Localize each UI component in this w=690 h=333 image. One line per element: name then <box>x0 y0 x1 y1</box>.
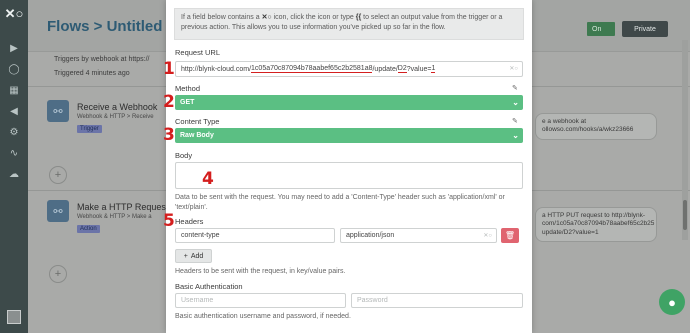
cloud-icon[interactable]: ☁ <box>0 164 28 184</box>
action-badge: Action <box>77 225 100 233</box>
headers-label: Headers <box>175 217 204 226</box>
megaphone-icon[interactable]: ◀ <box>0 101 28 121</box>
url-query: ?value= <box>406 65 432 73</box>
trash-icon: 🗑 <box>504 231 516 240</box>
webhook-icon: ⚯ <box>47 200 69 222</box>
annotation-1: 1 <box>163 59 175 79</box>
delete-header-button[interactable]: 🗑 <box>501 228 519 243</box>
add-step-icon[interactable]: + <box>49 166 67 184</box>
body-help: Data to be sent with the request. You ma… <box>175 194 505 211</box>
info-box: If a field below contains a ✕○ icon, cli… <box>174 8 524 40</box>
settings-icon[interactable]: ⚙ <box>0 122 28 142</box>
step-desc: Webhook & HTTP > Receive <box>77 114 154 120</box>
step-summary-bubble: a HTTP PUT request to http://blynk- com/… <box>535 207 657 243</box>
step-desc: Webhook & HTTP > Make a <box>77 214 152 220</box>
trigger-badge: Trigger <box>77 125 102 133</box>
add-header-button[interactable]: + Add <box>175 249 212 263</box>
basic-auth-label: Basic Authentication <box>175 282 243 291</box>
method-label: Method <box>175 84 201 93</box>
annotation-2: 2 <box>163 92 175 112</box>
header-value-input[interactable]: application/json ✕○ <box>340 228 497 243</box>
step-title: Make a HTTP Request <box>77 202 169 212</box>
page-title: Flows > Untitled F <box>47 18 176 35</box>
private-button[interactable]: Private <box>622 21 668 37</box>
brace-glyph: {{ <box>355 14 362 21</box>
request-url-label: Request URL <box>175 48 221 57</box>
flow-glyph-icon: ✕○ <box>261 14 272 21</box>
body-textarea[interactable] <box>175 162 523 189</box>
scrollbar-thumb[interactable] <box>683 200 687 230</box>
pencil-icon[interactable]: ✎ <box>512 117 518 125</box>
info-text: icon, click the icon or type <box>273 14 354 21</box>
triggered-time: Triggered 4 minutes ago <box>54 70 130 77</box>
body-label: Body <box>175 151 193 160</box>
annotation-5: 5 <box>163 211 175 231</box>
content-type-label: Content Type <box>175 117 220 126</box>
header-key-value: content-type <box>181 232 220 239</box>
step-summary-bubble: e a webhook at ollowso.com/hooks/a/wkz23… <box>535 113 657 140</box>
trigger-info: Triggers by webhook at https:// <box>54 56 150 63</box>
request-url-input[interactable]: http://blynk-cloud.com/1c05a70c87094b78a… <box>175 61 523 77</box>
pencil-icon[interactable]: ✎ <box>512 84 518 92</box>
chat-bubble-icon[interactable]: ● <box>659 289 685 315</box>
chat-icon[interactable]: ◯ <box>0 59 28 79</box>
apps-icon[interactable]: ▦ <box>0 80 28 100</box>
sidebar: ✕○ ▶ ◯ ▦ ◀ ⚙ ∿ ☁ <box>0 0 28 333</box>
flow-glyph-icon[interactable]: ✕○ <box>483 232 492 239</box>
flow-glyph-icon[interactable]: ✕○ <box>509 65 518 72</box>
avatar[interactable] <box>7 310 21 324</box>
url-path: /update/ <box>372 65 398 73</box>
webhook-icon: ⚯ <box>47 100 69 122</box>
password-placeholder: Password <box>357 297 388 304</box>
url-token: 1c05a70c87094b78aabef65c2b2581a8 <box>251 65 373 73</box>
add-step-icon[interactable]: + <box>49 265 67 283</box>
plus-icon: + <box>183 252 188 260</box>
headers-help: Headers to be sent with the request, in … <box>175 268 346 275</box>
step-title: Receive a Webhook <box>77 102 158 112</box>
step-card-trigger[interactable]: ⚯ Receive a Webhook Webhook & HTTP > Rec… <box>47 100 167 146</box>
chevron-down-icon: ⌄ <box>512 131 519 140</box>
play-icon[interactable]: ▶ <box>0 38 28 58</box>
edit-step-modal: If a field below contains a ✕○ icon, cli… <box>166 0 532 333</box>
url-pin: D2 <box>397 65 407 73</box>
method-value: GET <box>180 99 195 106</box>
method-select[interactable]: GET ⌄ <box>175 95 523 110</box>
username-input[interactable]: Username <box>175 293 346 308</box>
annotation-4: 4 <box>202 169 214 189</box>
content-type-value: Raw Body <box>180 132 214 139</box>
info-text: If a field below contains a <box>181 14 260 21</box>
content-type-select[interactable]: Raw Body ⌄ <box>175 128 523 143</box>
header-key-input[interactable]: content-type <box>175 228 335 243</box>
header-value-value: application/json <box>346 232 395 239</box>
app-logo[interactable]: ✕○ <box>0 4 28 24</box>
add-label: Add <box>190 252 204 260</box>
flow-on-toggle[interactable]: On <box>587 22 615 36</box>
step-card-action[interactable]: ⚯ Make a HTTP Request Webhook & HTTP > M… <box>47 200 169 246</box>
auth-help: Basic authentication username and passwo… <box>175 313 351 320</box>
url-value: 1 <box>431 65 436 73</box>
annotation-3: 3 <box>163 125 175 145</box>
url-prefix: http://blynk-cloud.com/ <box>181 65 252 73</box>
username-placeholder: Username <box>181 297 214 304</box>
chevron-down-icon: ⌄ <box>512 98 519 107</box>
activity-icon[interactable]: ∿ <box>0 143 28 163</box>
password-input[interactable]: Password <box>351 293 523 308</box>
